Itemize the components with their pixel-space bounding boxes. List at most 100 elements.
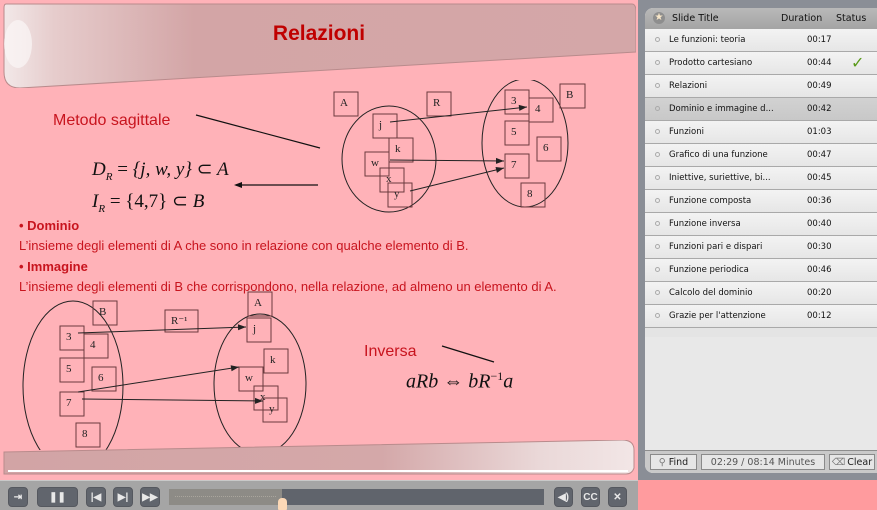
relation-diagram: A RBjkwxy345678 [333,80,586,213]
pointer-line-method [195,114,321,149]
set-b-element-3-box [504,89,530,115]
bullet-dominio-text: L’insieme degli elementi di A che sono i… [19,238,469,253]
fast-forward-icon: ▶▶ [142,491,158,503]
slide-item-title: Funzioni pari e dispari [669,242,763,252]
slide-item-duration: 00:47 [807,150,832,160]
slide-list-item[interactable]: Funzioni 01:03 [645,121,877,144]
slide-list-item[interactable]: Funzione inversa 00:40 [645,213,877,236]
progress-scrubber[interactable] [277,498,287,510]
previous-slide-button[interactable]: |◀ [86,487,106,507]
inv-set-b-element-4-box [83,333,109,359]
slide-list-item[interactable]: Funzione composta 00:36 [645,190,877,213]
set-b-element-7-box [504,153,530,179]
slide-list-item[interactable]: Relazioni 00:49 [645,75,877,98]
inv-set-b-element-3-box [59,325,85,351]
eraser-icon: ⌫ [831,456,846,468]
slide-item-title: Funzioni [669,127,704,137]
inv-set-a-element-j-label: j [252,323,256,335]
slide-item-duration: 00:46 [807,265,832,275]
find-label: Find [668,456,689,468]
set-a-element-j-box [372,113,398,139]
set-b-element-8-label: 8 [527,188,533,200]
fast-forward-button[interactable]: ▶▶ [140,487,160,507]
slide-list-item[interactable]: Calcolo del dominio 00:20 [645,282,877,305]
clear-button[interactable]: ⌫ Clear [829,454,875,470]
slide-list-item[interactable]: Iniettive, suriettive, bi... 00:45 [645,167,877,190]
set-a-element-w-label: w [371,157,379,169]
bullet-icon [655,60,660,65]
slide-item-title: Dominio e immagine d... [669,104,774,114]
slide-list: Le funzioni: teoria 00:17 Prodotto cartesi… [645,29,877,328]
set-b-element-5-label: 5 [511,126,517,138]
close-icon: ✕ [613,491,622,503]
bullet-dominio-heading: • Dominio [19,218,80,233]
slide-list-item[interactable]: Funzione periodica 00:46 [645,259,877,282]
slide-item-title: Relazioni [669,81,708,91]
exit-icon: ⇥ [13,491,23,503]
arrow-w-7 [389,159,505,162]
find-button[interactable]: ⚲ Find [650,454,697,470]
inv-set-a-element-k-label: k [270,354,276,366]
inv-set-a-element-k-box [263,348,289,374]
column-header-title[interactable]: Slide Title [672,13,719,24]
slide-item-duration: 01:03 [807,127,832,137]
arrow-w-7-head [495,157,504,164]
slide-item-title: Calcolo del dominio [669,288,753,298]
pointer-arrowhead [234,182,242,188]
skip-back-icon: |◀ [90,491,102,503]
set-b-element-4-box [528,97,554,123]
slide-item-title: Funzione inversa [669,219,741,229]
close-button[interactable]: ✕ [608,487,627,507]
slide-item-duration: 00:44 [807,58,832,68]
slide-list-item[interactable]: Grazie per l'attenzione 00:12 [645,305,877,328]
inv-set-a-element-w-label: w [245,372,253,384]
inv-set-b-element-4-label: 4 [90,339,96,351]
image-formula: IR = {4,7} ⊂ B [92,191,205,215]
set-b-element-3-label: 3 [511,95,517,107]
inv-set-b-ellipse [22,300,124,450]
set-b-element-7-label: 7 [511,159,517,171]
slide-list-item[interactable]: Le funzioni: teoria 00:17 [645,29,877,52]
exit-button[interactable]: ⇥ [8,487,28,507]
inv-set-b-element-7-box [59,391,85,417]
bullet-icon [655,106,660,111]
slide-list-item[interactable]: Grafico di una funzione 00:47 [645,144,877,167]
slide-item-title: Grazie per l'attenzione [669,311,766,321]
volume-button[interactable]: ◀) [554,487,573,507]
bullet-immagine-heading: • Immagine [19,259,88,274]
bullet-icon [655,37,660,42]
relation-title-label: R [433,97,441,109]
slide-item-duration: 00:12 [807,311,832,321]
bullet-icon [655,290,660,295]
slide-item-duration: 00:36 [807,196,832,206]
column-header-duration[interactable]: Duration [781,13,822,24]
closed-captions-button[interactable]: CC [581,487,600,507]
column-header-status[interactable]: Status [836,13,866,24]
set-b-element-4-label: 4 [535,103,541,115]
slide-list-item[interactable]: Dominio e immagine d... 00:42 [645,98,877,121]
slide-list-header: ★ Slide Title Duration Status [645,8,877,29]
set-a-element-j-label: j [378,119,382,131]
set-b-element-6-label: 6 [543,142,549,154]
slide-item-duration: 00:30 [807,242,832,252]
pause-button[interactable]: ❚❚ [37,487,78,507]
inv-set-b-element-3-label: 3 [66,331,72,343]
set-b-ellipse [481,80,569,208]
bullet-icon [655,221,660,226]
clear-label: Clear [847,456,873,468]
slide-list-item[interactable]: Prodotto cartesiano 00:44 ✓ [645,52,877,75]
slide-list-panel: ★ Slide Title Duration Status Le funzion… [645,8,877,473]
slide-item-duration: 00:17 [807,35,832,45]
inv-set-b-element-5-box [59,357,85,383]
inv-set-a-ellipse [213,313,307,450]
arrow-3-j [77,326,247,334]
slide-item-duration: 00:20 [807,288,832,298]
inv-set-b-element-6-box [91,366,117,392]
set-b-element-8-box [520,182,546,208]
slide-list-item[interactable]: Funzioni pari e dispari 00:30 [645,236,877,259]
slide-item-duration: 00:45 [807,173,832,183]
next-slide-button[interactable]: ▶| [113,487,133,507]
set-b-title-label: B [566,89,573,101]
inv-set-b-element-7-label: 7 [66,397,72,409]
sidebar-bottom-strip [638,480,877,510]
